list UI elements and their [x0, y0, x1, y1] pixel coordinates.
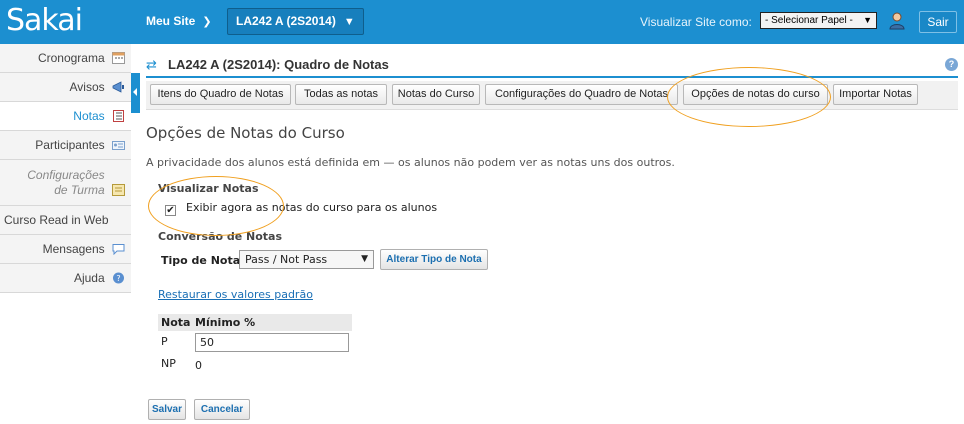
- tab-todas-notas[interactable]: Todas as notas: [295, 84, 387, 105]
- column-header-minimum: Mínimo %: [195, 316, 256, 329]
- sidebar-item-curso-read-in-web[interactable]: Curso Read in Web: [0, 206, 131, 255]
- sidebar-item-mensagens[interactable]: Mensagens: [0, 235, 131, 264]
- sidebar-item-cronograma[interactable]: Cronograma: [0, 44, 131, 73]
- table-row: NP 0: [158, 353, 352, 375]
- sidebar-item-label: Curso Read in Web: [4, 213, 109, 227]
- grade-type-label: Tipo de Nota: [161, 254, 241, 267]
- sidebar-item-avisos[interactable]: Avisos: [0, 73, 131, 102]
- grade-type-select[interactable]: Pass / Not Pass ▼: [239, 250, 374, 269]
- dropdown-arrow-icon: ▼: [863, 15, 872, 25]
- chevron-down-icon: ❯: [202, 16, 212, 28]
- cancel-button[interactable]: Cancelar: [194, 399, 250, 420]
- course-label: LA242 A (2S2014): [236, 14, 336, 28]
- collapse-sidebar-toggle[interactable]: [131, 73, 140, 113]
- sidebar-item-label: Ajuda: [73, 271, 105, 285]
- dropdown-arrow-icon: ▼: [361, 254, 368, 264]
- grade-letter: NP: [161, 357, 176, 370]
- logout-button[interactable]: Sair: [919, 11, 957, 33]
- privacy-notice: A privacidade dos alunos está definida e…: [146, 156, 675, 169]
- gradebook-tabs: Itens do Quadro de Notas Todas as notas …: [146, 81, 958, 110]
- minimum-percent-input[interactable]: 50: [195, 333, 349, 352]
- grade-mapping-table: Nota Mínimo % P 50 NP 0: [158, 314, 352, 375]
- roster-icon: [112, 141, 125, 150]
- top-header: Sakai Meu Site ❯ LA242 A (2S2014) ▼ Visual…: [0, 0, 964, 44]
- user-icon[interactable]: [889, 12, 905, 30]
- megaphone-icon: [112, 81, 124, 93]
- tab-itens-quadro[interactable]: Itens do Quadro de Notas: [150, 84, 291, 105]
- table-row: P 50: [158, 331, 352, 353]
- calendar-icon: [112, 52, 125, 64]
- display-grades-heading: Visualizar Notas: [158, 182, 259, 195]
- course-menu-button[interactable]: LA242 A (2S2014) ▼: [227, 8, 364, 35]
- help-icon[interactable]: ?: [945, 58, 958, 71]
- gradebook-icon: [113, 110, 124, 122]
- speech-bubble-icon: [112, 244, 125, 255]
- sidebar-item-notas[interactable]: Notas: [0, 102, 131, 131]
- tab-notas-curso[interactable]: Notas do Curso: [392, 84, 480, 105]
- tool-title-bar: ⇄ LA242 A (2S2014): Quadro de Notas ?: [146, 56, 958, 78]
- column-header-grade: Nota: [161, 316, 191, 329]
- chevron-down-icon: ▼: [343, 16, 355, 28]
- sidebar-item-label: Configurações de Turma: [27, 168, 105, 197]
- minimum-percent-value: 0: [195, 359, 202, 372]
- svg-text:?: ?: [116, 274, 120, 283]
- restore-defaults-link[interactable]: Restaurar os valores padrão: [158, 288, 313, 301]
- tab-opcoes-notas-curso[interactable]: Opções de notas do curso: [683, 84, 828, 105]
- sidebar-item-label: Cronograma: [37, 51, 105, 65]
- sidebar-item-label: Avisos: [69, 80, 105, 94]
- display-grades-checkbox[interactable]: ✔: [165, 205, 176, 216]
- grade-conversion-heading: Conversão de Notas: [158, 230, 283, 243]
- save-button[interactable]: Salvar: [148, 399, 186, 420]
- chevron-left-icon: [133, 88, 137, 96]
- sidebar-item-ajuda[interactable]: Ajuda ?: [0, 264, 131, 293]
- section-title: Opções de Notas do Curso: [146, 124, 345, 142]
- role-select[interactable]: - Selecionar Papel - ▼: [760, 12, 877, 29]
- display-grades-label: Exibir agora as notas do curso para os a…: [186, 201, 438, 214]
- sidebar-item-label: Mensagens: [42, 242, 105, 256]
- section-icon: [112, 184, 125, 196]
- sidebar-item-label: Notas: [73, 109, 105, 123]
- tab-importar-notas[interactable]: Importar Notas: [833, 84, 918, 105]
- help-icon: ?: [113, 272, 124, 284]
- sidebar-item-label: Participantes: [35, 138, 105, 152]
- display-grades-row: ✔ Exibir agora as notas do curso para os …: [165, 201, 437, 216]
- view-as-label: Visualizar Site como:: [640, 15, 752, 29]
- grade-type-value: Pass / Not Pass: [245, 253, 328, 266]
- page-title: LA242 A (2S2014): Quadro de Notas: [168, 57, 389, 72]
- sidebar-item-configuracoes-turma[interactable]: Configurações de Turma: [0, 160, 131, 206]
- grade-letter: P: [161, 335, 168, 348]
- table-header: Nota Mínimo %: [158, 314, 352, 331]
- tab-configuracoes-quadro[interactable]: Configurações do Quadro de Notas: [485, 84, 678, 105]
- my-site-label: Meu Site: [146, 14, 196, 28]
- change-grade-type-button[interactable]: Alterar Tipo de Nota: [380, 249, 488, 270]
- role-select-value: - Selecionar Papel -: [765, 15, 853, 26]
- reset-tool-icon[interactable]: ⇄: [146, 57, 157, 73]
- sidebar-item-participantes[interactable]: Participantes: [0, 131, 131, 160]
- sakai-logo[interactable]: Sakai: [6, 4, 83, 38]
- my-site-menu[interactable]: Meu Site ❯: [146, 14, 212, 28]
- tool-sidebar: Cronograma Avisos Notas Participantes Co…: [0, 44, 131, 293]
